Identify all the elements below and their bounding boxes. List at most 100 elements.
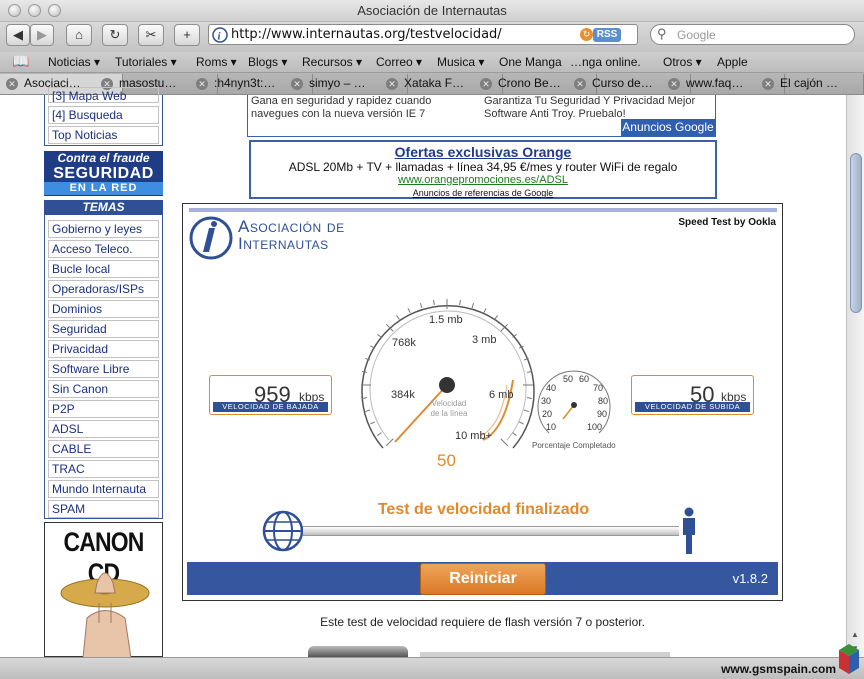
search-field[interactable]: ⚲ Google — [650, 24, 855, 45]
gauge-label-384k: 384k — [391, 389, 415, 401]
sidebar-link-busqueda[interactable]: [4] Busqueda — [48, 106, 159, 124]
scroll-up-arrow-icon[interactable]: ▲ — [851, 630, 859, 639]
page-reload-icon[interactable]: ↻ — [580, 28, 593, 41]
minimize-window-button[interactable] — [28, 4, 41, 17]
anuncios-google-badge[interactable]: Anuncios Google — [621, 119, 715, 136]
vertical-scrollbar[interactable]: ▲ ▼ — [846, 95, 864, 657]
gauge-label-1-5mb: 1.5 mb — [429, 314, 463, 326]
bookmark-item[interactable]: Correo ▾ — [376, 55, 422, 69]
open-book-icon[interactable]: 📖 — [12, 53, 29, 70]
home-button[interactable]: ⌂ — [66, 24, 92, 46]
close-tab-icon[interactable]: ✕ — [480, 78, 492, 90]
rss-badge[interactable]: RSS — [593, 28, 621, 42]
pct-caption: Porcentaje Completado — [532, 441, 616, 450]
sidebar-link-mapa-web[interactable]: [3] Mapa Web — [48, 87, 159, 103]
sidebar-link-gobierno[interactable]: Gobierno y leyes — [48, 220, 159, 238]
sidebar-link-adsl[interactable]: ADSL — [48, 420, 159, 438]
gauge-label-6mb: 6 mb — [489, 389, 514, 401]
ad-orange-footer[interactable]: Anuncios de referencias de Google — [251, 188, 715, 199]
plus-icon: + — [183, 27, 191, 42]
close-tab-icon[interactable]: ✕ — [291, 78, 303, 90]
close-tab-icon[interactable]: ✕ — [762, 78, 774, 90]
pct-label: 40 — [546, 383, 557, 393]
reload-button[interactable]: ↻ — [102, 24, 128, 46]
gauge-tick — [377, 334, 382, 338]
forward-arrow-icon: ▶ — [37, 27, 47, 42]
ad-orange-url[interactable]: www.orangepromociones.es/ADSL — [251, 174, 715, 186]
pct-label: 80 — [598, 396, 609, 406]
zoom-window-button[interactable] — [48, 4, 61, 17]
close-tab-icon[interactable]: ✕ — [196, 78, 208, 90]
snapback-button[interactable]: ✂ — [138, 24, 164, 46]
gauge-tick — [512, 432, 517, 436]
sidebar-link-seguridad[interactable]: Seguridad — [48, 320, 159, 338]
close-tab-icon[interactable]: ✕ — [386, 78, 398, 90]
gsmspain-cube-icon — [839, 644, 859, 674]
seguridad-banner[interactable]: Contra el fraude SEGURIDAD EN LA RED — [44, 151, 163, 196]
bookmarks-bar: 📖 Noticias ▾ Tutoriales ▾ Roms ▾ Blogs ▾… — [0, 52, 864, 73]
sidebar-link-top-noticias[interactable]: Top Noticias — [48, 126, 159, 144]
gauge-tick — [483, 308, 487, 314]
close-tab-icon[interactable]: ✕ — [574, 78, 586, 90]
sidebar-link-dominios[interactable]: Dominios — [48, 300, 159, 318]
bookmark-item[interactable]: …nga online. — [570, 55, 641, 69]
sidebar-link-acceso[interactable]: Acceso Teleco. — [48, 240, 159, 258]
add-bookmark-button[interactable]: + — [174, 24, 200, 46]
close-window-button[interactable] — [8, 4, 21, 17]
gauge-tick — [419, 303, 423, 309]
back-button[interactable]: ◀ — [6, 24, 30, 46]
bookmark-item[interactable]: One Manga — [499, 55, 562, 69]
bookmark-item[interactable]: Blogs ▾ — [248, 55, 287, 69]
scrollbar-thumb[interactable] — [850, 153, 862, 313]
sidebar-link-sin-canon[interactable]: Sin Canon — [48, 380, 159, 398]
gauge-center-label: Velocidad de la línea — [430, 399, 468, 418]
upload-caption: VELOCIDAD DE SUBIDA — [635, 402, 750, 412]
close-tab-icon[interactable]: ✕ — [668, 78, 680, 90]
watermark: www.gsmspain.com — [721, 662, 836, 676]
gauge-tick — [407, 308, 411, 314]
address-bar[interactable]: i http://www.internautas.org/testvelocid… — [208, 24, 638, 45]
canon-cd-banner[interactable]: CANON CD — [44, 522, 163, 658]
gauge-tick — [385, 438, 394, 447]
sidebar-link-spam[interactable]: SPAM — [48, 500, 159, 518]
cd-on-finger-icon — [60, 572, 150, 658]
bookmark-item[interactable]: Tutoriales ▾ — [115, 55, 177, 69]
sidebar-link-privacidad[interactable]: Privacidad — [48, 340, 159, 358]
gauge-label-768k: 768k — [392, 337, 416, 349]
bookmark-item[interactable]: Musica ▾ — [437, 55, 484, 69]
sidebar-link-mundo-internauta[interactable]: Mundo Internauta — [48, 480, 159, 498]
window-titlebar: Asociación de Internautas — [0, 0, 864, 22]
ad-left-text[interactable]: Gana en seguridad y rapidez cuando naveg… — [251, 95, 476, 121]
status-bar: www.gsmspain.com — [0, 644, 864, 679]
gauge-tick — [494, 315, 498, 320]
sidebar-link-operadoras[interactable]: Operadoras/ISPs — [48, 280, 159, 298]
gauge-hub — [439, 377, 455, 393]
sidebar-link-trac[interactable]: TRAC — [48, 460, 159, 478]
pct-label: 30 — [541, 396, 552, 406]
flash-requirement-note: Este test de velocidad requiere de flash… — [320, 615, 645, 629]
sidebar-link-bucle[interactable]: Bucle local — [48, 260, 159, 278]
forward-button[interactable]: ▶ — [30, 24, 54, 46]
window-title: Asociación de Internautas — [357, 3, 507, 18]
fraude-line2: SEGURIDAD — [53, 165, 154, 182]
bookmark-item[interactable]: Roms ▾ — [196, 55, 237, 69]
gauge-label-3mb: 3 mb — [472, 334, 497, 346]
bookmark-item[interactable]: Otros ▾ — [663, 55, 702, 69]
gauge-tick — [500, 438, 509, 447]
sidebar-link-p2p[interactable]: P2P — [48, 400, 159, 418]
ad-right-text[interactable]: Garantiza Tu Seguridad Y Privacidad Mejo… — [484, 95, 709, 121]
bookmark-item[interactable]: Noticias ▾ — [48, 55, 100, 69]
close-tab-icon[interactable]: ✕ — [6, 78, 18, 90]
sidebar-link-software-libre[interactable]: Software Libre — [48, 360, 159, 378]
snapback-icon: ✂ — [145, 27, 157, 42]
ad-orange-title[interactable]: Ofertas exclusivas Orange — [251, 145, 715, 160]
gauge-tick — [377, 432, 382, 436]
reiniciar-button[interactable]: Reiniciar — [420, 563, 546, 595]
gauge-reading: 50 — [437, 451, 456, 470]
bookmark-item[interactable]: Apple — [717, 55, 748, 69]
fraude-line3: EN LA RED — [44, 182, 163, 195]
tab-cajon[interactable]: ✕ El cajón … — [756, 74, 864, 94]
sidebar-link-cable[interactable]: CABLE — [48, 440, 159, 458]
bookmark-item[interactable]: Recursos ▾ — [302, 55, 362, 69]
reload-icon: ↻ — [109, 27, 121, 42]
